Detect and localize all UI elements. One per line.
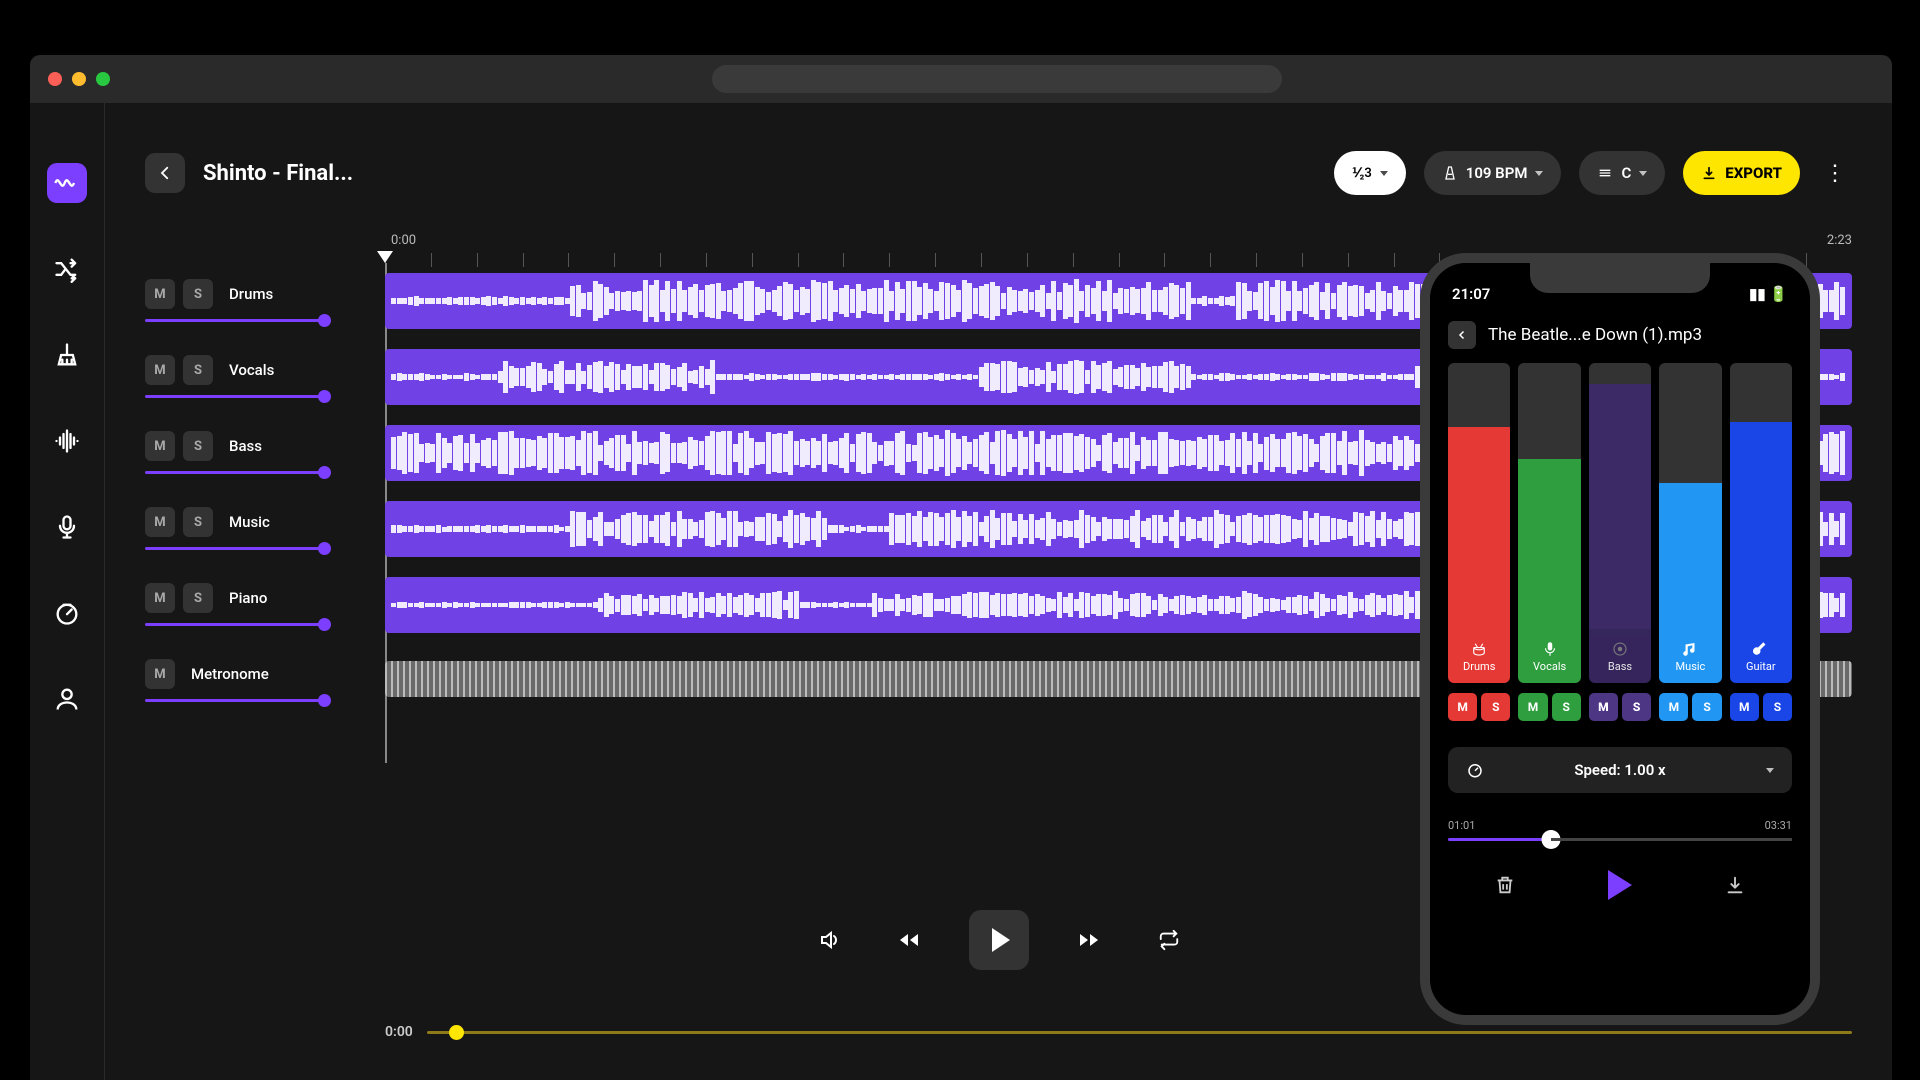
phone-track-title: The Beatle...e Down (1).mp3 — [1488, 325, 1702, 345]
stem-meter[interactable] — [1730, 363, 1792, 629]
time-start: 0:00 — [391, 233, 416, 248]
bpm-selector[interactable]: 109 BPM — [1424, 151, 1562, 195]
stem-meter[interactable] — [1589, 363, 1651, 629]
mute-button[interactable]: M — [145, 507, 175, 537]
sidebar — [30, 103, 105, 1080]
phone-solo-button[interactable]: S — [1552, 693, 1581, 721]
stem-label: Vocals — [1518, 629, 1580, 683]
phone-solo-button[interactable]: S — [1763, 693, 1792, 721]
mute-button[interactable]: M — [145, 431, 175, 461]
mute-button[interactable]: M — [145, 583, 175, 613]
phone-seek-end: 03:31 — [1765, 819, 1792, 832]
volume-slider[interactable] — [145, 319, 325, 322]
solo-button[interactable]: S — [183, 355, 213, 385]
track-name: Vocals — [229, 361, 274, 379]
phone-solo-button[interactable]: S — [1622, 693, 1651, 721]
window-chrome — [30, 55, 1892, 103]
track-name: Piano — [229, 589, 267, 607]
play-button[interactable] — [969, 910, 1029, 970]
seek-time: 0:00 — [385, 1024, 413, 1040]
phone-mute-button[interactable]: M — [1518, 693, 1547, 721]
mute-button[interactable]: M — [145, 659, 175, 689]
window-close-dot[interactable] — [48, 72, 62, 86]
mobile-preview: 21:07 ▮▮ 🔋 The Beatle...e Down (1).mp3 D… — [1420, 253, 1820, 1025]
time-end: 2:23 — [1827, 233, 1852, 248]
mute-button[interactable]: M — [145, 355, 175, 385]
volume-slider[interactable] — [145, 547, 325, 550]
stem-meter[interactable] — [1659, 363, 1721, 629]
back-button[interactable] — [145, 153, 185, 193]
sidebar-mic-icon[interactable] — [47, 507, 87, 547]
forward-button[interactable] — [1069, 920, 1109, 960]
project-title: Shinto - Final... — [203, 161, 353, 186]
window-maximize-dot[interactable] — [96, 72, 110, 86]
phone-battery-icon: ▮▮ 🔋 — [1749, 285, 1788, 303]
phone-play-button[interactable] — [1600, 865, 1640, 905]
volume-button[interactable] — [809, 920, 849, 960]
stem-label: Bass — [1589, 629, 1651, 683]
phone-seek-start: 01:01 — [1448, 819, 1475, 832]
phone-mute-button[interactable]: M — [1659, 693, 1688, 721]
omnibox[interactable] — [712, 65, 1282, 93]
solo-button[interactable]: S — [183, 507, 213, 537]
sidebar-shuffle-icon[interactable] — [47, 249, 87, 289]
track-name: Metronome — [191, 665, 269, 683]
track-name: Music — [229, 513, 270, 531]
window-minimize-dot[interactable] — [72, 72, 86, 86]
seekbar[interactable]: 0:00 — [385, 1024, 1852, 1040]
phone-seek-track[interactable] — [1448, 838, 1792, 841]
phone-back-button[interactable] — [1448, 321, 1476, 349]
stem-meter[interactable] — [1448, 363, 1510, 629]
mute-button[interactable]: M — [145, 279, 175, 309]
phone-mute-button[interactable]: M — [1730, 693, 1759, 721]
more-menu-button[interactable]: ⋮ — [1818, 161, 1852, 186]
phone-solo-button[interactable]: S — [1692, 693, 1721, 721]
sidebar-tempo-icon[interactable] — [47, 593, 87, 633]
sidebar-voice-icon[interactable] — [47, 421, 87, 461]
volume-slider[interactable] — [145, 623, 325, 626]
stem-meter[interactable] — [1518, 363, 1580, 629]
key-selector[interactable]: C — [1579, 151, 1665, 195]
solo-button[interactable]: S — [183, 431, 213, 461]
track-name: Drums — [229, 285, 273, 303]
solo-button[interactable]: S — [183, 583, 213, 613]
rewind-button[interactable] — [889, 920, 929, 960]
phone-speed-selector[interactable]: Speed: 1.00 x — [1448, 747, 1792, 793]
volume-slider[interactable] — [145, 699, 325, 702]
sidebar-splitter-icon[interactable] — [47, 163, 87, 203]
count-in-selector[interactable]: ⅟₂3 — [1334, 151, 1406, 195]
playhead[interactable] — [377, 251, 393, 263]
stem-label: Guitar — [1730, 629, 1792, 683]
solo-button[interactable]: S — [183, 279, 213, 309]
phone-solo-button[interactable]: S — [1481, 693, 1510, 721]
track-name: Bass — [229, 437, 262, 455]
stem-label: Music — [1659, 629, 1721, 683]
phone-delete-button[interactable] — [1485, 865, 1525, 905]
sidebar-cleanup-icon[interactable] — [47, 335, 87, 375]
phone-mute-button[interactable]: M — [1448, 693, 1477, 721]
export-button[interactable]: EXPORT — [1683, 151, 1800, 195]
loop-button[interactable] — [1149, 920, 1189, 960]
sidebar-account-icon[interactable] — [47, 679, 87, 719]
phone-stem-meters: DrumsVocalsBassMusicGuitar — [1448, 363, 1792, 683]
volume-slider[interactable] — [145, 471, 325, 474]
phone-mute-button[interactable]: M — [1589, 693, 1618, 721]
volume-slider[interactable] — [145, 395, 325, 398]
phone-download-button[interactable] — [1715, 865, 1755, 905]
stem-label: Drums — [1448, 629, 1510, 683]
